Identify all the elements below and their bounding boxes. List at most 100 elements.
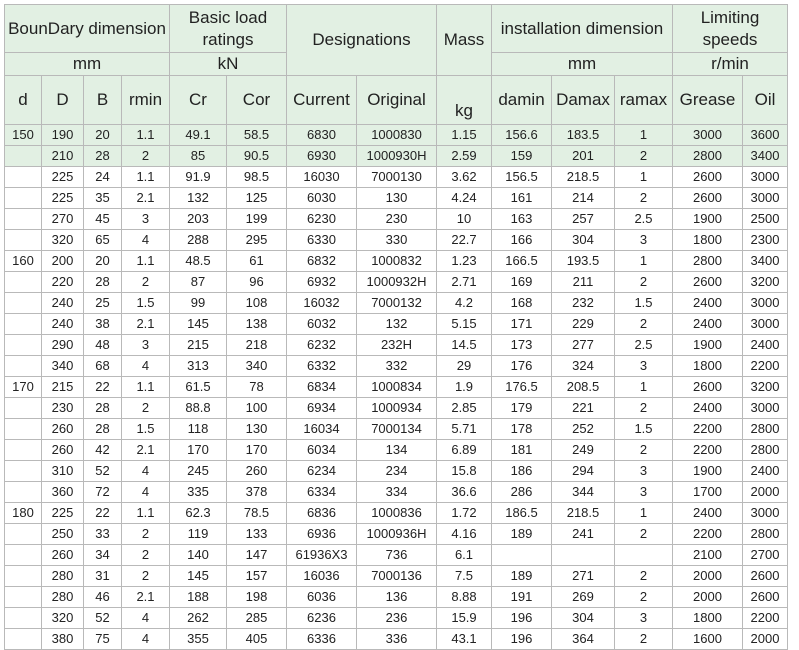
- cell-ramax: 1.5: [614, 418, 673, 440]
- cell-current: 61936X3: [286, 544, 357, 566]
- cell-original: 136: [356, 586, 437, 608]
- table-row: 310 52 4 245 260 6234 234 15.8 186 294 3 1900 2400: [4, 460, 788, 482]
- cell-rmin: 4: [121, 607, 170, 629]
- cell-ramax: 2: [614, 565, 673, 587]
- cell-B: 20: [83, 250, 122, 272]
- cell-cr: 132: [169, 187, 227, 209]
- cell-cor: 90.5: [226, 145, 287, 167]
- cell-cr: 87: [169, 271, 227, 293]
- cell-cor: 199: [226, 208, 287, 230]
- cell-B: 28: [83, 145, 122, 167]
- cell-damax: 208.5: [551, 376, 615, 398]
- cell-cor: 378: [226, 481, 287, 503]
- cell-current: 6934: [286, 397, 357, 419]
- cell-ramax: 3: [614, 229, 673, 251]
- cell-d: [4, 523, 42, 545]
- cell-damax: 344: [551, 481, 615, 503]
- table-row: 380 75 4 355 405 6336 336 43.1 196 364 2 1600 2000: [4, 628, 788, 650]
- header-limiting-speeds: Limiting speeds: [672, 4, 788, 53]
- cell-damax: 218.5: [551, 166, 615, 188]
- header-installation-dimension: installation dimension: [491, 4, 673, 53]
- cell-oil: 2200: [742, 607, 788, 629]
- cell-mass: 4.24: [436, 187, 492, 209]
- cell-grease: 2100: [672, 544, 743, 566]
- col-header-cr: Cr: [169, 75, 227, 125]
- cell-grease: 2200: [672, 439, 743, 461]
- cell-cor: 138: [226, 313, 287, 335]
- cell-d: 160: [4, 250, 42, 272]
- cell-B: 45: [83, 208, 122, 230]
- cell-mass: 6.89: [436, 439, 492, 461]
- cell-cr: 118: [169, 418, 227, 440]
- table-row: 250 33 2 119 133 6936 1000936H 4.16 189 241 2 2200 2…: [4, 523, 788, 545]
- cell-damin: 191: [491, 586, 552, 608]
- cell-rmin: 1.5: [121, 418, 170, 440]
- cell-D: 240: [41, 313, 84, 335]
- table-row: 230 28 2 88.8 100 6934 1000934 2.85 179 221 2 2400 3…: [4, 397, 788, 419]
- cell-oil: 2000: [742, 628, 788, 650]
- cell-rmin: 4: [121, 481, 170, 503]
- cell-current: 6834: [286, 376, 357, 398]
- cell-B: 24: [83, 166, 122, 188]
- table-row: 240 25 1.5 99 108 16032 7000132 4.2 168 232 1.5 240…: [4, 292, 788, 314]
- table-row: 280 46 2.1 188 198 6036 136 8.88 191 269 2 2000 2600: [4, 586, 788, 608]
- header-speed-unit: r/min: [672, 52, 788, 76]
- cell-rmin: 2: [121, 145, 170, 167]
- col-header-damin: damin: [491, 75, 552, 125]
- cell-rmin: 2.1: [121, 439, 170, 461]
- cell-grease: 1700: [672, 481, 743, 503]
- cell-cor: 198: [226, 586, 287, 608]
- cell-damin: 196: [491, 607, 552, 629]
- cell-D: 220: [41, 271, 84, 293]
- cell-ramax: 1: [614, 250, 673, 272]
- header-boundary-dimension: BounDary dimension: [4, 4, 170, 53]
- cell-original: 236: [356, 607, 437, 629]
- cell-cor: 170: [226, 439, 287, 461]
- cell-D: 290: [41, 334, 84, 356]
- cell-d: [4, 439, 42, 461]
- table-body: 150 190 20 1.1 49.1 58.5 6830 1000830 1.15 156.6 1…: [4, 124, 788, 650]
- cell-damin: 166: [491, 229, 552, 251]
- cell-original: 1000936H: [356, 523, 437, 545]
- cell-oil: 3000: [742, 187, 788, 209]
- cell-d: 170: [4, 376, 42, 398]
- cell-oil: 3400: [742, 250, 788, 272]
- col-header-damax: Damax: [551, 75, 615, 125]
- cell-cr: 355: [169, 628, 227, 650]
- col-header-rmin: rmin: [121, 75, 170, 125]
- cell-rmin: 2.1: [121, 313, 170, 335]
- cell-d: [4, 313, 42, 335]
- cell-damin: 179: [491, 397, 552, 419]
- cell-oil: 3000: [742, 502, 788, 524]
- cell-rmin: 2.1: [121, 586, 170, 608]
- cell-rmin: 1.1: [121, 502, 170, 524]
- cell-oil: 2800: [742, 523, 788, 545]
- cell-B: 68: [83, 355, 122, 377]
- cell-damax: 193.5: [551, 250, 615, 272]
- cell-damin: [491, 544, 552, 566]
- cell-cr: 99: [169, 292, 227, 314]
- cell-ramax: 1: [614, 502, 673, 524]
- cell-ramax: 2: [614, 586, 673, 608]
- cell-grease: 2400: [672, 502, 743, 524]
- cell-D: 280: [41, 565, 84, 587]
- cell-rmin: 1.1: [121, 250, 170, 272]
- cell-D: 225: [41, 187, 84, 209]
- cell-cr: 215: [169, 334, 227, 356]
- cell-d: [4, 460, 42, 482]
- cell-D: 270: [41, 208, 84, 230]
- cell-grease: 1900: [672, 460, 743, 482]
- cell-rmin: 4: [121, 355, 170, 377]
- cell-d: [4, 334, 42, 356]
- cell-damax: 221: [551, 397, 615, 419]
- cell-d: 180: [4, 502, 42, 524]
- cell-mass: 7.5: [436, 565, 492, 587]
- cell-original: 1000930H: [356, 145, 437, 167]
- cell-d: [4, 544, 42, 566]
- col-header-current: Current: [286, 75, 357, 125]
- col-header-original: Original: [356, 75, 437, 125]
- cell-current: 16030: [286, 166, 357, 188]
- cell-B: 22: [83, 502, 122, 524]
- cell-B: 28: [83, 397, 122, 419]
- cell-original: 7000134: [356, 418, 437, 440]
